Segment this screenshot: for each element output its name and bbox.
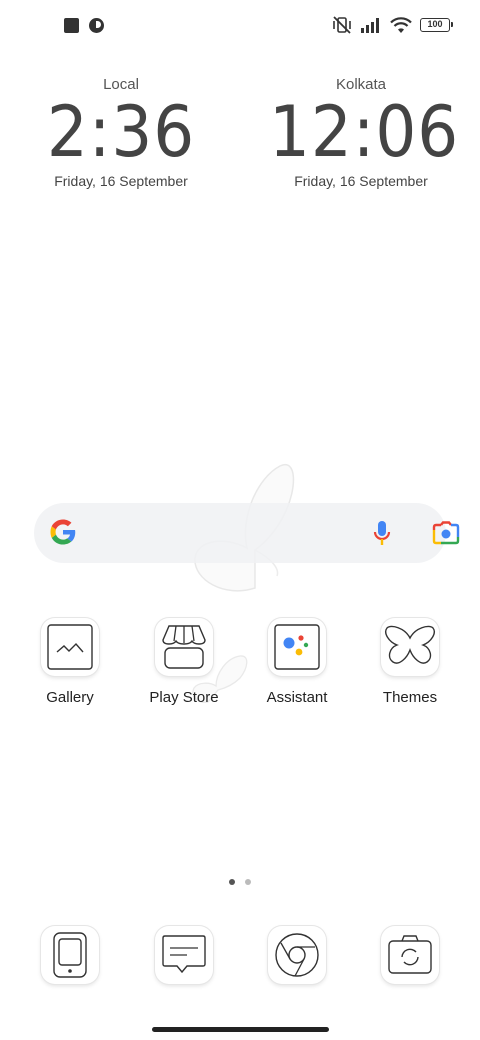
battery-indicator: 100 bbox=[420, 18, 453, 32]
camera-icon bbox=[381, 926, 439, 984]
dock-chrome[interactable] bbox=[247, 926, 347, 984]
page-indicator bbox=[229, 879, 251, 885]
app-themes[interactable]: Themes bbox=[360, 618, 460, 706]
app-label: Gallery bbox=[46, 689, 94, 706]
app-play-store[interactable]: Play Store bbox=[134, 618, 234, 706]
dock-messages[interactable] bbox=[134, 926, 234, 984]
vibrate-off-icon bbox=[333, 16, 351, 34]
dock-camera[interactable] bbox=[360, 926, 460, 984]
clock-time: 2:36 bbox=[46, 91, 196, 173]
dock-phone[interactable] bbox=[20, 926, 120, 984]
clock-date: Friday, 16 September bbox=[294, 173, 428, 189]
wifi-icon bbox=[390, 16, 412, 33]
clock-date: Friday, 16 September bbox=[54, 173, 188, 189]
home-screen: 100 Local 2:36 Friday, 16 September Kolk… bbox=[0, 0, 480, 1040]
gallery-icon bbox=[41, 618, 99, 676]
app-assistant[interactable]: Assistant bbox=[247, 618, 347, 706]
store-icon bbox=[155, 618, 213, 676]
page-dot bbox=[245, 879, 251, 885]
clock-time: 12:06 bbox=[269, 91, 460, 173]
clock-widget-local[interactable]: Local 2:36 Friday, 16 September bbox=[21, 76, 221, 189]
app-label: Play Store bbox=[149, 689, 219, 706]
page-dot-active bbox=[229, 879, 235, 885]
messages-icon bbox=[155, 926, 213, 984]
phone-icon bbox=[41, 926, 99, 984]
app-label: Assistant bbox=[266, 689, 328, 706]
google-search-bar[interactable] bbox=[34, 503, 460, 563]
app-gallery[interactable]: Gallery bbox=[20, 618, 120, 706]
signal-icon bbox=[361, 18, 379, 33]
assistant-icon bbox=[268, 618, 326, 676]
google-lens-icon[interactable] bbox=[432, 521, 460, 545]
google-logo-icon bbox=[50, 519, 76, 545]
microphone-icon[interactable] bbox=[373, 520, 391, 546]
clock-widget-kolkata[interactable]: Kolkata 12:06 Friday, 16 September bbox=[261, 76, 461, 189]
status-bar-left bbox=[64, 18, 104, 33]
status-bar-right: 100 bbox=[332, 16, 453, 34]
notification-app-icon bbox=[89, 18, 104, 33]
chrome-icon bbox=[268, 926, 326, 984]
butterfly-icon bbox=[381, 618, 439, 676]
app-label: Themes bbox=[382, 689, 438, 706]
home-gesture-bar[interactable] bbox=[152, 1027, 329, 1032]
stop-square-icon bbox=[64, 18, 79, 33]
